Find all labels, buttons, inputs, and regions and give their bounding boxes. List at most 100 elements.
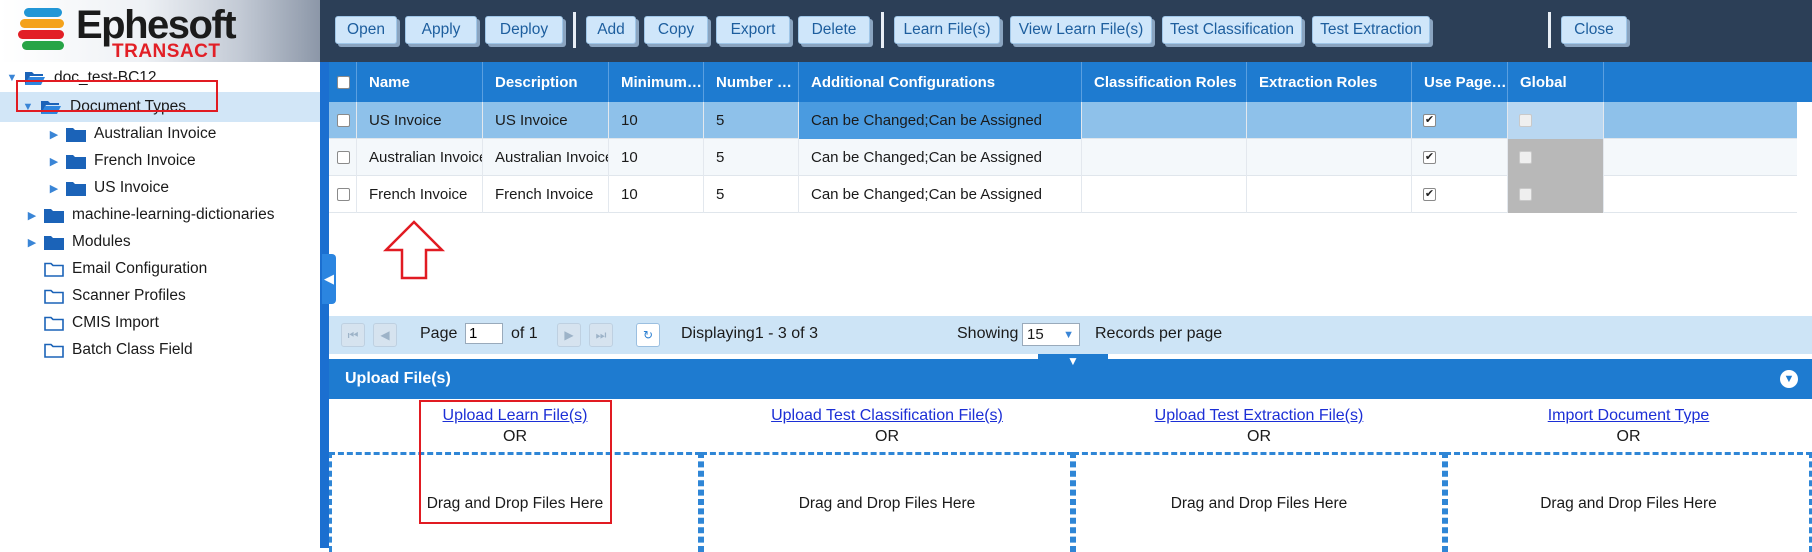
cell-extraction-roles[interactable] <box>1247 139 1412 176</box>
tree-item-french-invoice[interactable]: ▶ French Invoice <box>46 147 196 175</box>
next-page-icon[interactable]: ▶ <box>557 323 581 347</box>
disabled-checkbox-icon <box>1519 188 1532 201</box>
apply-button[interactable]: Apply <box>405 16 477 44</box>
checked-checkbox-icon[interactable]: ✔ <box>1423 151 1436 164</box>
checked-checkbox-icon[interactable]: ✔ <box>1423 114 1436 127</box>
copy-button[interactable]: Copy <box>644 16 708 44</box>
tree-item-us-invoice[interactable]: ▶ US Invoice <box>46 174 169 202</box>
checked-checkbox-icon[interactable]: ✔ <box>1423 188 1436 201</box>
collapsed-triangle-icon[interactable]: ▶ <box>46 128 62 141</box>
cell-classification-roles[interactable] <box>1082 139 1247 176</box>
tree-item-batch-class-field[interactable]: Batch Class Field <box>40 336 193 364</box>
open-button[interactable]: Open <box>335 16 397 44</box>
row-checkbox[interactable] <box>329 176 357 213</box>
cell-minimum: 10 <box>609 139 704 176</box>
column-header-description[interactable]: Description <box>483 62 609 102</box>
test-extraction-button[interactable]: Test Extraction <box>1312 16 1430 44</box>
row-checkbox[interactable] <box>329 102 357 139</box>
cell-number: 5 <box>704 176 799 213</box>
add-button[interactable]: Add <box>586 16 636 44</box>
deploy-button[interactable]: Deploy <box>485 16 563 44</box>
folder-icon <box>66 181 86 196</box>
cell-name: Australian Invoice <box>357 139 483 176</box>
test-classification-dropzone[interactable]: Drag and Drop Files Here <box>701 452 1073 552</box>
page-number-input[interactable] <box>465 323 503 344</box>
checkbox-icon[interactable] <box>337 151 350 164</box>
chevron-down-icon[interactable]: ▼ <box>1063 329 1074 341</box>
folder-icon <box>66 154 86 169</box>
cell-classification-roles[interactable] <box>1082 176 1247 213</box>
tree-item-australian-invoice[interactable]: ▶ Australian Invoice <box>46 120 217 148</box>
column-header-additional-configurations[interactable]: Additional Configurations <box>799 62 1082 102</box>
tree-item-label: French Invoice <box>94 152 196 169</box>
folder-icon <box>44 235 64 250</box>
select-all-checkbox[interactable] <box>329 62 357 102</box>
brand-product: TRANSACT <box>112 41 221 62</box>
checkbox-icon[interactable] <box>337 188 350 201</box>
previous-page-icon[interactable]: ◀ <box>373 323 397 347</box>
column-header-empty <box>1604 62 1812 102</box>
cell-extraction-roles[interactable] <box>1247 102 1412 139</box>
dropzone-label: Drag and Drop Files Here <box>1540 494 1717 512</box>
view-learn-files-button[interactable]: View Learn File(s) <box>1010 16 1152 44</box>
tree-item-email-configuration[interactable]: Email Configuration <box>40 255 207 283</box>
cell-additional-configurations[interactable]: Can be Changed;Can be Assigned <box>799 176 1082 213</box>
column-header-name[interactable]: Name <box>357 62 483 102</box>
column-header-classification-roles[interactable]: Classification Roles <box>1082 62 1247 102</box>
cell-use-page[interactable]: ✔ <box>1412 139 1508 176</box>
upload-test-extraction-link[interactable]: Upload Test Extraction File(s) <box>1073 407 1445 425</box>
toolbar-separator <box>1548 12 1551 48</box>
refresh-icon[interactable]: ↻ <box>636 323 660 347</box>
tree-item-machine-learning-dictionaries[interactable]: ▶ machine-learning-dictionaries <box>24 201 275 229</box>
close-button[interactable]: Close <box>1561 16 1627 44</box>
delete-button[interactable]: Delete <box>798 16 870 44</box>
collapsed-triangle-icon[interactable]: ▶ <box>24 209 40 222</box>
cell-additional-configurations[interactable]: Can be Changed;Can be Assigned <box>799 102 1082 139</box>
import-document-type-link[interactable]: Import Document Type <box>1445 407 1812 425</box>
row-checkbox[interactable] <box>329 139 357 176</box>
table-row[interactable]: Australian Invoice Australian Invoice 10… <box>329 139 1797 176</box>
records-per-page-value: 15 <box>1027 326 1044 343</box>
checkbox-icon[interactable] <box>337 114 350 127</box>
table-row[interactable]: French Invoice French Invoice 10 5 Can b… <box>329 176 1797 213</box>
last-page-icon[interactable]: ⏭ <box>589 323 613 347</box>
tree-item-scanner-profiles[interactable]: Scanner Profiles <box>40 282 186 310</box>
tree-item-cmis-import[interactable]: CMIS Import <box>40 309 159 337</box>
tree-item-modules[interactable]: ▶ Modules <box>24 228 131 256</box>
cell-number: 5 <box>704 139 799 176</box>
test-classification-button[interactable]: Test Classification <box>1162 16 1302 44</box>
tree-item-label: Australian Invoice <box>94 125 217 142</box>
collapse-left-panel-icon[interactable]: ◀ <box>322 254 336 304</box>
column-header-use-page[interactable]: Use Page… <box>1412 62 1508 102</box>
records-per-page-select[interactable]: 15 ▼ <box>1022 323 1080 346</box>
toolbar-separator <box>881 12 884 48</box>
cell-classification-roles[interactable] <box>1082 102 1247 139</box>
cell-name: US Invoice <box>357 102 483 139</box>
cell-use-page[interactable]: ✔ <box>1412 176 1508 213</box>
collapsed-triangle-icon[interactable]: ▶ <box>46 155 62 168</box>
column-header-extraction-roles[interactable]: Extraction Roles <box>1247 62 1412 102</box>
tree-item-label: CMIS Import <box>72 314 159 331</box>
checkbox-icon[interactable] <box>337 75 350 89</box>
column-header-number[interactable]: Number … <box>704 62 799 102</box>
table-row[interactable]: US Invoice US Invoice 10 5 Can be Change… <box>329 102 1797 139</box>
import-document-type-dropzone[interactable]: Drag and Drop Files Here <box>1445 452 1812 552</box>
collapse-grid-icon[interactable]: ▼ <box>1038 354 1108 368</box>
test-extraction-dropzone[interactable]: Drag and Drop Files Here <box>1073 452 1445 552</box>
disabled-checkbox-icon <box>1519 114 1532 127</box>
collapse-section-icon[interactable]: ▼ <box>1780 370 1798 388</box>
learn-files-button[interactable]: Learn File(s) <box>894 16 1000 44</box>
cell-extraction-roles[interactable] <box>1247 176 1412 213</box>
first-page-icon[interactable]: ⏮ <box>341 323 365 347</box>
collapsed-triangle-icon[interactable]: ▶ <box>24 236 40 249</box>
upload-test-extraction-column: Upload Test Extraction File(s) OR Drag a… <box>1073 399 1445 552</box>
export-button[interactable]: Export <box>716 16 790 44</box>
column-header-minimum[interactable]: Minimum… <box>609 62 704 102</box>
cell-use-page[interactable]: ✔ <box>1412 102 1508 139</box>
import-document-type-column: Import Document Type OR Drag and Drop Fi… <box>1445 399 1812 552</box>
brand-logo: Ephesoft TRANSACT <box>0 0 320 62</box>
collapsed-triangle-icon[interactable]: ▶ <box>46 182 62 195</box>
upload-test-classification-link[interactable]: Upload Test Classification File(s) <box>701 407 1073 425</box>
column-header-global[interactable]: Global <box>1508 62 1604 102</box>
cell-additional-configurations[interactable]: Can be Changed;Can be Assigned <box>799 139 1082 176</box>
